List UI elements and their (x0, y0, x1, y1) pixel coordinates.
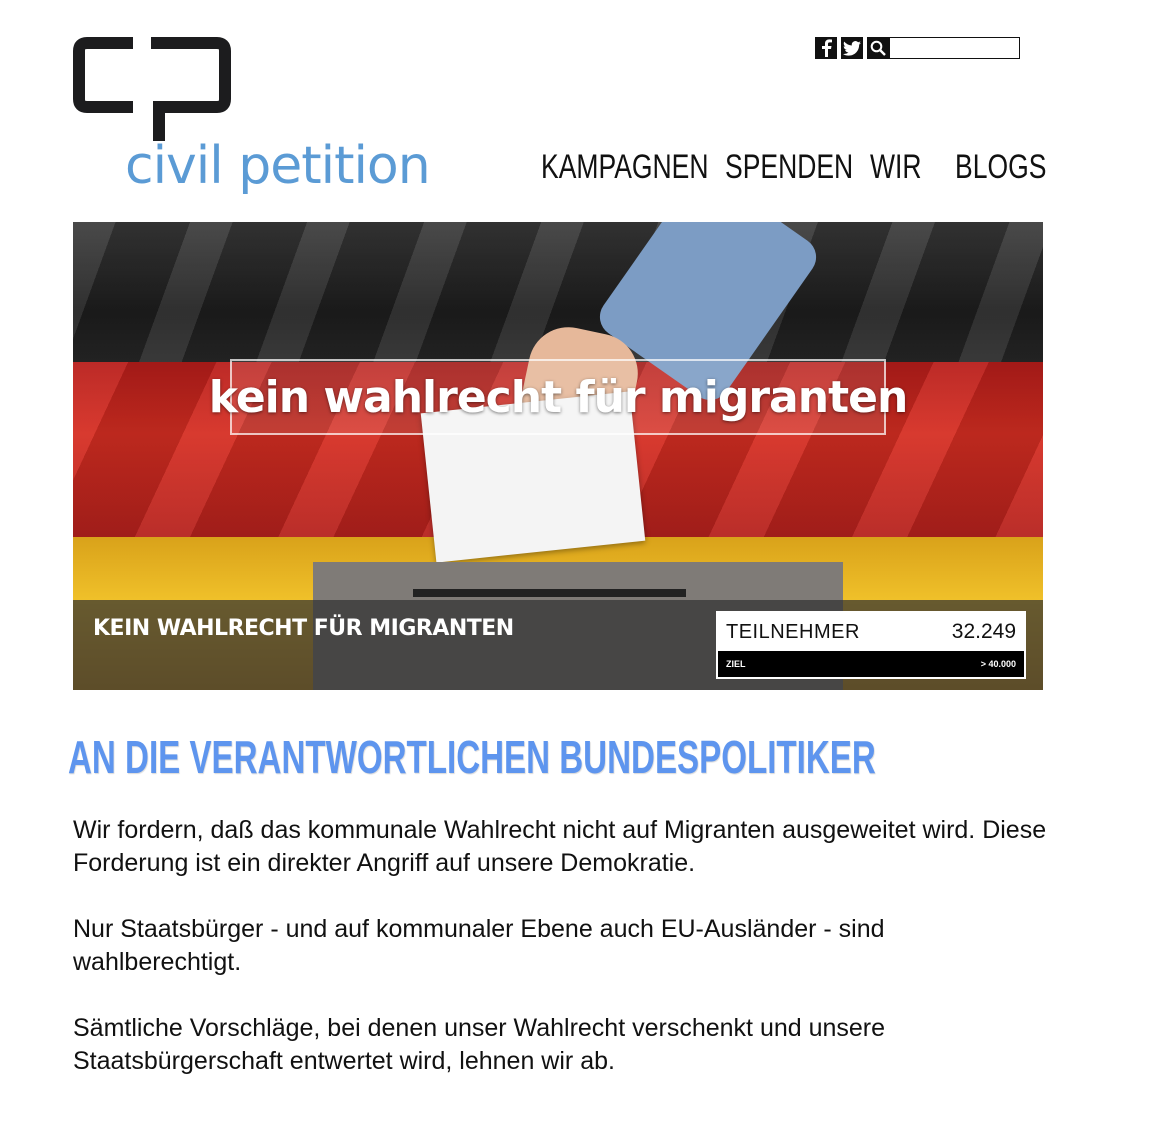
nav-item-blogs[interactable]: BLOGS (955, 148, 1046, 187)
social-bar (815, 37, 1020, 59)
nav-item-spenden[interactable]: SPENDEN (725, 148, 853, 187)
participant-counter: TEILNEHMER 32.249 ZIEL > 40.000 (716, 611, 1026, 679)
hero-title-box: kein wahlrecht für migranten (209, 359, 908, 435)
counter-label: TEILNEHMER (726, 620, 860, 643)
hero-ballot-slot (413, 589, 686, 597)
goal-label: ZIEL (726, 659, 746, 669)
counter-top: TEILNEHMER 32.249 (718, 613, 1024, 651)
body-paragraph: Sämtliche Vorschläge, bei denen unser Wa… (73, 1014, 886, 1075)
body-paragraph: Wir fordern, daß das kommunale Wahlrecht… (73, 816, 1047, 877)
hero-banner[interactable]: kein wahlrecht für migranten KEIN WAHLRE… (73, 222, 1043, 690)
nav-item-wir[interactable]: WIR (870, 148, 936, 187)
counter-goal: ZIEL > 40.000 (718, 651, 1024, 677)
search-input[interactable] (889, 37, 1020, 59)
nav-item-kampagnen[interactable]: KAMPAGNEN (541, 148, 709, 187)
hero-caption[interactable]: KEIN WAHLRECHT FÜR MIGRANTEN (93, 616, 514, 641)
logo-text[interactable]: civil petition (125, 140, 431, 192)
counter-value: 32.249 (951, 620, 1016, 643)
goal-value: > 40.000 (980, 659, 1016, 669)
facebook-icon[interactable] (815, 37, 837, 59)
petition-body: Wir fordern, daß das kommunale Wahlrecht… (73, 814, 1053, 1111)
search-icon[interactable] (867, 37, 889, 59)
twitter-icon[interactable] (841, 37, 863, 59)
hero-title: kein wahlrecht für migranten (208, 371, 909, 423)
addressee-heading: AN DIE VERANTWORTLICHEN BUNDESPOLITIKER (68, 731, 876, 783)
main-nav: KAMPAGNEN SPENDEN WIR BLOGS (541, 148, 1055, 187)
logo-mark-icon[interactable] (73, 37, 233, 145)
body-paragraph: Nur Staatsbürger - und auf kommunaler Eb… (73, 915, 885, 976)
